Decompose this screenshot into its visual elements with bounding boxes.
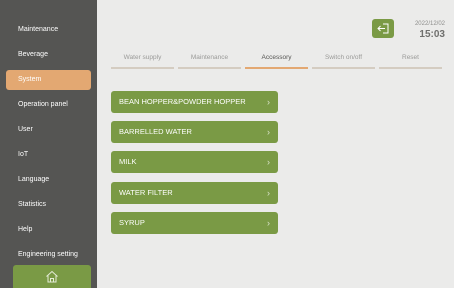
chevron-right-icon: › bbox=[267, 188, 270, 198]
chevron-right-icon: › bbox=[267, 127, 270, 137]
sidebar-item-label: User bbox=[18, 126, 33, 133]
date-display: 2022/12/02 bbox=[414, 21, 445, 27]
tab-underline bbox=[379, 67, 442, 69]
sidebar-item-operation-panel[interactable]: Operation panel bbox=[6, 95, 91, 115]
tab-underline bbox=[312, 67, 375, 69]
time-display: 15:03 bbox=[419, 29, 445, 40]
chevron-right-icon: › bbox=[267, 97, 270, 107]
sidebar-item-label: Beverage bbox=[18, 51, 48, 58]
sidebar-item-statistics[interactable]: Statistics bbox=[6, 195, 91, 215]
chevron-right-icon: › bbox=[267, 218, 270, 228]
tab-underline bbox=[178, 67, 241, 69]
sidebar-item-label: System bbox=[18, 76, 42, 83]
sidebar-item-label: Operation panel bbox=[18, 101, 68, 108]
accessory-bean-hopper-button[interactable]: BEAN HOPPER&POWDER HOPPER › bbox=[111, 91, 278, 113]
sidebar-item-maintenance[interactable]: Maintenance bbox=[6, 20, 91, 40]
sidebar-item-engineering-setting[interactable]: Engineering setting bbox=[6, 245, 91, 265]
exit-door-icon bbox=[377, 23, 389, 34]
tab-label: Water supply bbox=[123, 54, 162, 61]
tab-label: Maintenance bbox=[190, 54, 229, 61]
sidebar-item-language[interactable]: Language bbox=[6, 170, 91, 190]
accessory-label: BARRELLED WATER bbox=[119, 127, 192, 136]
sidebar-item-label: Maintenance bbox=[18, 26, 59, 33]
sidebar-item-help[interactable]: Help bbox=[6, 220, 91, 240]
accessory-syrup-button[interactable]: SYRUP › bbox=[111, 212, 278, 234]
accessory-barrelled-water-button[interactable]: BARRELLED WATER › bbox=[111, 121, 278, 143]
sidebar-item-label: Statistics bbox=[18, 201, 47, 208]
tab-maintenance[interactable]: Maintenance bbox=[178, 53, 241, 69]
accessory-label: MILK bbox=[119, 157, 137, 166]
main-panel: 2022/12/02 15:03 Water supply Maintenanc… bbox=[97, 0, 454, 288]
accessory-label: BEAN HOPPER&POWDER HOPPER bbox=[119, 97, 246, 106]
tab-water-supply[interactable]: Water supply bbox=[111, 53, 174, 69]
sidebar: Maintenance Beverage System Operation pa… bbox=[0, 0, 97, 288]
home-button[interactable] bbox=[13, 265, 91, 288]
tab-label: Accessory bbox=[261, 54, 292, 61]
tab-underline bbox=[245, 67, 308, 69]
sidebar-item-label: Engineering setting bbox=[18, 251, 78, 258]
sidebar-item-iot[interactable]: IoT bbox=[6, 145, 91, 165]
accessory-milk-button[interactable]: MILK › bbox=[111, 151, 278, 173]
exit-button[interactable] bbox=[372, 19, 394, 38]
tab-label: Reset bbox=[402, 54, 419, 61]
sidebar-item-beverage[interactable]: Beverage bbox=[6, 45, 91, 65]
sidebar-item-label: IoT bbox=[18, 151, 29, 158]
sidebar-item-label: Help bbox=[18, 226, 33, 233]
chevron-right-icon: › bbox=[267, 157, 270, 167]
accessory-water-filter-button[interactable]: WATER FILTER › bbox=[111, 182, 278, 204]
tab-switch-on-off[interactable]: Switch on/off bbox=[312, 53, 375, 69]
home-icon bbox=[46, 270, 58, 283]
accessory-label: WATER FILTER bbox=[119, 188, 173, 197]
tab-bar: Water supply Maintenance Accessory Switc… bbox=[111, 53, 443, 69]
tab-reset[interactable]: Reset bbox=[379, 53, 442, 69]
tab-underline bbox=[111, 67, 174, 69]
sidebar-item-system[interactable]: System bbox=[6, 70, 91, 90]
sidebar-item-user[interactable]: User bbox=[6, 120, 91, 140]
accessory-label: SYRUP bbox=[119, 218, 145, 227]
tab-label: Switch on/off bbox=[324, 54, 363, 61]
tab-accessory[interactable]: Accessory bbox=[245, 53, 308, 69]
sidebar-item-label: Language bbox=[18, 176, 50, 183]
